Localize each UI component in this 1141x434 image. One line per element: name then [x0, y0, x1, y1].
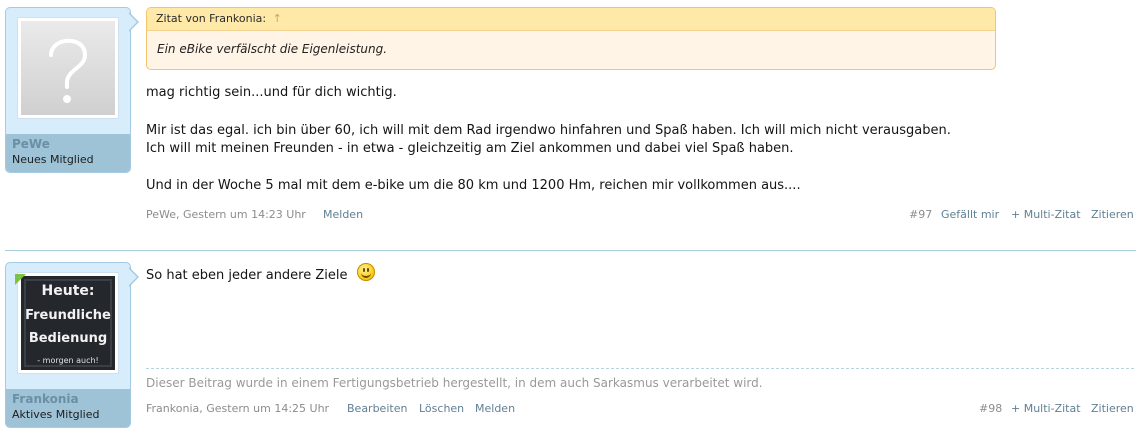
user-info-panel: PeWe Neues Mitglied — [5, 7, 131, 173]
quote-reply-link[interactable]: Zitieren — [1091, 208, 1134, 221]
post-author-date[interactable]: Frankonia, Gestern um 14:25 Uhr — [146, 402, 329, 415]
delete-link[interactable]: Löschen — [419, 402, 464, 415]
avatar-line: Freundliche — [25, 308, 111, 323]
edit-link[interactable]: Bearbeiten — [347, 402, 407, 415]
user-footer: Frankonia Aktives Mitglied — [6, 389, 130, 427]
avatar-line: Heute: — [42, 283, 95, 299]
message-paragraph: Und in der Woche 5 mal mit dem e-bike um… — [146, 178, 801, 193]
post-separator — [5, 250, 1136, 251]
multi-quote-link[interactable]: + Multi-Zitat — [1011, 208, 1081, 221]
username[interactable]: PeWe — [12, 137, 50, 151]
post-97: PeWe Neues Mitglied Zitat von Frankonia:… — [0, 0, 1141, 250]
message-paragraph: Mir ist das egal. ich bin über 60, ich w… — [146, 123, 951, 138]
smile-icon — [357, 263, 375, 281]
avatar[interactable] — [17, 17, 119, 119]
jump-to-quote-icon[interactable]: ↑ — [273, 12, 282, 25]
message-paragraph: mag richtig sein...und für dich wichtig. — [146, 85, 397, 100]
signature-text: Dieser Beitrag wurde in einem Fertigungs… — [146, 376, 763, 390]
chalkboard-avatar-icon: Heute: Freundliche Bedienung - morgen au… — [21, 276, 115, 370]
question-mark-avatar-icon — [21, 21, 115, 115]
post-number[interactable]: #97 — [909, 208, 932, 221]
quote-reply-link[interactable]: Zitieren — [1091, 402, 1134, 415]
user-title: Aktives Mitglied — [12, 408, 100, 421]
post-author-date[interactable]: PeWe, Gestern um 14:23 Uhr — [146, 208, 306, 221]
username[interactable]: Frankonia — [12, 392, 79, 406]
avatar[interactable]: Heute: Freundliche Bedienung - morgen au… — [17, 272, 119, 374]
user-title: Neues Mitglied — [12, 153, 94, 166]
report-link[interactable]: Melden — [323, 208, 363, 221]
quote-author: Zitat von Frankonia: — [156, 12, 267, 25]
post-98: Heute: Freundliche Bedienung - morgen au… — [0, 252, 1141, 434]
message-text: So hat eben jeder andere Ziele — [146, 268, 348, 283]
multi-quote-link[interactable]: + Multi-Zitat — [1011, 402, 1081, 415]
avatar-line: - morgen auch! — [37, 356, 99, 365]
panel-arrow-fill — [128, 13, 137, 31]
online-status-icon — [15, 274, 26, 285]
quote-text: Ein eBike verfälscht die Eigenleistung. — [157, 42, 388, 56]
message-paragraph: Ich will mit meinen Freunden - in etwa -… — [146, 141, 794, 156]
like-link[interactable]: Gefällt mir — [941, 208, 999, 221]
report-link[interactable]: Melden — [475, 402, 515, 415]
quote-header: Zitat von Frankonia: ↑ — [147, 8, 995, 31]
quote-block: Zitat von Frankonia: ↑ Ein eBike verfäls… — [146, 7, 996, 70]
avatar-line: Bedienung — [29, 331, 107, 346]
user-info-panel: Heute: Freundliche Bedienung - morgen au… — [5, 262, 131, 428]
signature-separator — [146, 368, 1134, 369]
post-number[interactable]: #98 — [979, 402, 1002, 415]
user-footer: PeWe Neues Mitglied — [6, 134, 130, 172]
panel-arrow-fill — [128, 268, 137, 286]
